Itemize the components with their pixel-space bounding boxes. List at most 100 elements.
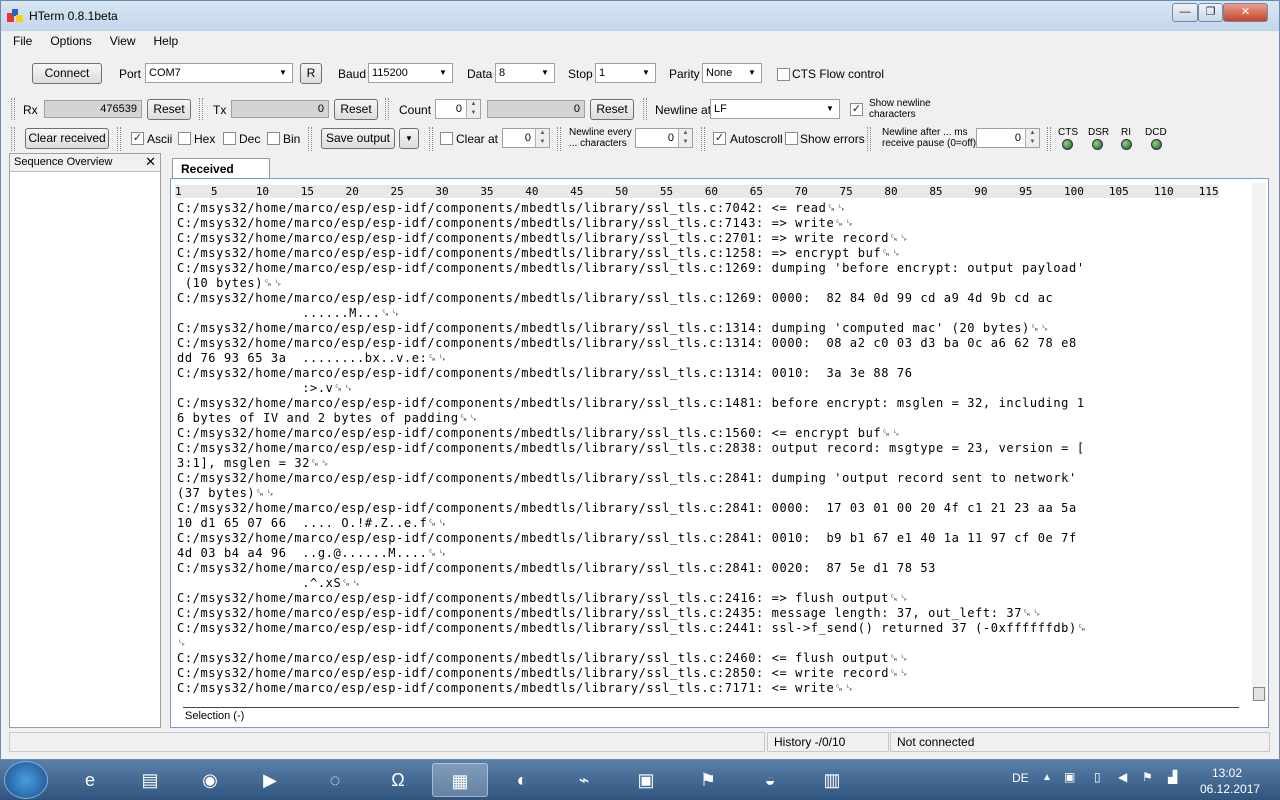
parity-select[interactable]: None ▼ xyxy=(702,63,762,83)
received-line: C:/msys32/home/marco/esp/esp-idf/compone… xyxy=(177,471,1077,485)
ruler-tick: 90 xyxy=(974,185,988,198)
clear-at-checkbox[interactable] xyxy=(440,132,453,145)
hex-checkbox[interactable] xyxy=(178,132,191,145)
newline-at-select[interactable]: LF ▼ xyxy=(710,99,840,119)
maximize-button[interactable]: ❐ xyxy=(1198,3,1223,22)
received-line: C:/msys32/home/marco/esp/esp-idf/compone… xyxy=(177,321,1051,335)
spinner-arrows-icon[interactable]: ▲ ▼ xyxy=(535,129,549,147)
sequence-overview-header: Sequence Overview ✕ xyxy=(10,154,160,172)
menu-options[interactable]: Options xyxy=(38,31,97,48)
data-bits-select[interactable]: 8 ▼ xyxy=(495,63,555,83)
internet-explorer-icon[interactable]: e xyxy=(62,763,118,797)
winrar-icon[interactable]: ▥ xyxy=(804,763,860,797)
newline-every-value: 0 xyxy=(667,132,674,144)
toolbar-grip xyxy=(308,127,312,151)
clear-at-spinner[interactable]: 0 ▲ ▼ xyxy=(502,128,550,148)
count-reset-button[interactable]: Reset xyxy=(590,99,634,120)
ruler-tick: 70 xyxy=(794,185,808,198)
toolbar-grip xyxy=(385,98,389,120)
sequence-overview-panel[interactable]: Sequence Overview ✕ xyxy=(9,153,161,728)
device-icon[interactable]: ▯ xyxy=(1094,770,1101,784)
ruler-tick: 65 xyxy=(749,185,763,198)
chevron-down-icon: ▼ xyxy=(405,134,413,143)
selection-status: Selection (-) xyxy=(183,707,1239,725)
omega-icon[interactable]: Ω xyxy=(370,763,426,797)
baud-select[interactable]: 115200 ▼ xyxy=(368,63,453,83)
received-line: (10 bytes)␍␊ xyxy=(177,276,284,290)
close-button[interactable]: ✕ xyxy=(1223,3,1268,22)
rx-reset-button[interactable]: Reset xyxy=(147,99,191,120)
chevron-down-icon: ▼ xyxy=(748,68,756,77)
ruler-tick: 50 xyxy=(615,185,629,198)
tx-reset-button[interactable]: Reset xyxy=(334,99,378,120)
file-explorer-icon[interactable]: ▤ xyxy=(122,763,178,797)
satlive-icon[interactable]: ◌ xyxy=(307,763,363,797)
connection-status: Not connected xyxy=(890,732,1270,752)
start-button[interactable] xyxy=(4,761,48,799)
menu-help[interactable]: Help xyxy=(142,31,185,48)
hterm-app-icon xyxy=(7,9,23,22)
title-bar[interactable]: HTerm 0.8.1beta — ❐ ✕ xyxy=(1,1,1279,31)
spinner-arrows-icon[interactable]: ▲ ▼ xyxy=(1025,129,1039,147)
refresh-ports-button[interactable]: R xyxy=(300,63,322,84)
stop-bits-select[interactable]: 1 ▼ xyxy=(595,63,656,83)
menu-file[interactable]: File xyxy=(1,31,38,48)
media-player-icon[interactable]: ▶ xyxy=(242,763,298,797)
count-label: Count xyxy=(399,103,432,117)
spinner-arrows-icon[interactable]: ▲ ▼ xyxy=(466,100,480,118)
save-output-dropdown[interactable]: ▼ xyxy=(399,128,419,149)
autoscroll-checkbox[interactable]: ✓ xyxy=(713,132,726,145)
data-bits-label: Data xyxy=(467,67,493,81)
port-select[interactable]: COM7 ▼ xyxy=(145,63,293,83)
ruler-tick: 30 xyxy=(435,185,449,198)
chevron-down-icon: ▼ xyxy=(541,68,549,77)
received-line: dd 76 93 65 3a ........bx..v.e:␍␊ xyxy=(177,351,448,365)
volume-muted-icon[interactable]: ◀ xyxy=(1118,770,1127,784)
scrollbar-thumb[interactable] xyxy=(1253,687,1265,701)
bin-checkbox[interactable] xyxy=(267,132,280,145)
spinner-arrows-icon[interactable]: ▲ ▼ xyxy=(678,129,692,147)
clock-date[interactable]: 06.12.2017 xyxy=(1200,782,1260,796)
save-output-button[interactable]: Save output xyxy=(321,128,395,149)
newline-every-spinner[interactable]: 0 ▲ ▼ xyxy=(635,128,693,148)
cts-flow-checkbox[interactable] xyxy=(777,68,790,81)
show-errors-label: Show errors xyxy=(800,132,865,146)
eclipse-icon[interactable]: ◒ xyxy=(742,763,798,797)
received-data-view[interactable]: 1 5 10 15 20 25 30 35 40 45 50 55 60 65 70 75 80 85 90 95 10… xyxy=(170,178,1269,728)
menu-view[interactable]: View xyxy=(98,31,142,48)
newline-every-label-line1: Newline every xyxy=(569,127,632,138)
network-icon[interactable]: ▟ xyxy=(1168,770,1177,784)
terminal-app-icon[interactable]: ⚑ xyxy=(680,763,736,797)
dsr-led-icon xyxy=(1092,139,1103,150)
hterm-task-icon[interactable]: ▦ xyxy=(432,763,488,797)
count-spinner[interactable]: 0 ▲ ▼ xyxy=(435,99,481,119)
clock-time[interactable]: 13:02 xyxy=(1212,766,1242,780)
minimize-button[interactable]: — xyxy=(1172,3,1198,22)
received-line: C:/msys32/home/marco/esp/esp-idf/compone… xyxy=(177,366,913,380)
ascii-checkbox[interactable]: ✓ xyxy=(131,132,144,145)
clear-received-button[interactable]: Clear received xyxy=(25,128,109,149)
tray-app-icon[interactable]: ▣ xyxy=(1064,770,1075,784)
received-text[interactable]: C:/msys32/home/marco/esp/esp-idf/compone… xyxy=(177,201,1237,696)
connect-button[interactable]: Connect xyxy=(32,63,102,84)
toolbar-grip xyxy=(429,127,433,151)
vertical-scrollbar[interactable] xyxy=(1252,183,1266,701)
received-line: C:/msys32/home/marco/esp/esp-idf/compone… xyxy=(177,246,902,260)
show-hidden-icons-icon[interactable]: ▲ xyxy=(1042,772,1052,783)
red-app-icon[interactable]: ◐ xyxy=(494,763,550,797)
language-indicator[interactable]: DE xyxy=(1012,771,1029,785)
show-newline-checkbox[interactable]: ✓ xyxy=(850,103,863,116)
show-errors-checkbox[interactable] xyxy=(785,132,798,145)
action-center-flag-icon[interactable]: ⚑ xyxy=(1142,770,1153,784)
ruler-tick: 60 xyxy=(704,185,719,198)
ruler-tick: 5 xyxy=(210,185,218,198)
tab-received-data[interactable]: Received Data xyxy=(172,158,270,190)
newline-after-spinner[interactable]: 0 ▲ ▼ xyxy=(976,128,1040,148)
dec-checkbox[interactable] xyxy=(223,132,236,145)
clear-at-value: 0 xyxy=(524,132,531,144)
firefox-icon[interactable]: ◉ xyxy=(182,763,238,797)
altium-icon[interactable]: ⌁ xyxy=(556,763,612,797)
calculator-icon[interactable]: ▣ xyxy=(618,763,674,797)
close-icon[interactable]: ✕ xyxy=(145,154,156,170)
count-spinner-value: 0 xyxy=(455,103,462,115)
